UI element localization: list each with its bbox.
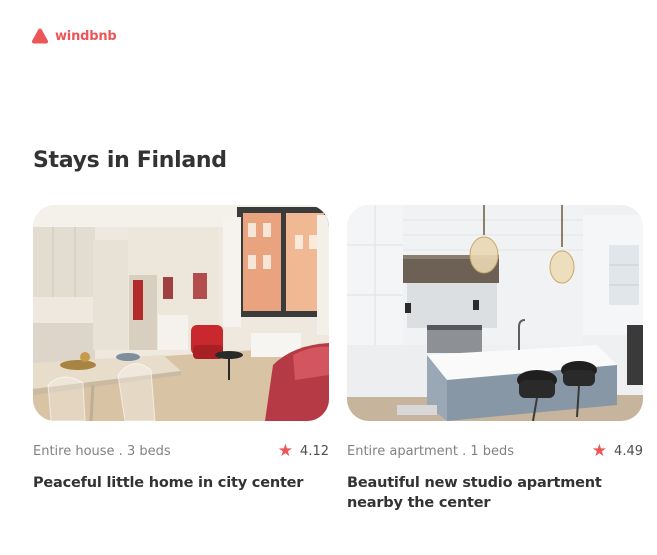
rating-value: 4.12 xyxy=(300,443,329,459)
star-icon: ★ xyxy=(277,440,294,461)
stay-photo[interactable] xyxy=(33,205,329,421)
stay-card[interactable]: Entire apartment . 1 beds ★ 4.49 Beautif… xyxy=(347,205,643,513)
kitchen-image xyxy=(347,205,643,421)
stay-title[interactable]: Beautiful new studio apartment nearby th… xyxy=(347,473,643,513)
page-title: Stays in Finland xyxy=(33,148,227,173)
logo[interactable]: windbnb xyxy=(31,27,117,45)
stay-photo[interactable] xyxy=(347,205,643,421)
stay-rating: ★ 4.49 xyxy=(591,440,643,461)
page: windbnb Stays in Finland Entire house . … xyxy=(0,0,657,555)
logo-text: windbnb xyxy=(55,28,117,44)
stay-rating: ★ 4.12 xyxy=(277,440,329,461)
stay-meta: Entire house . 3 beds ★ 4.12 xyxy=(33,442,329,460)
rating-value: 4.49 xyxy=(614,443,643,459)
stay-title[interactable]: Peaceful little home in city center xyxy=(33,473,329,493)
stay-type: Entire house . 3 beds xyxy=(33,443,171,459)
stay-type: Entire apartment . 1 beds xyxy=(347,443,515,459)
stay-meta: Entire apartment . 1 beds ★ 4.49 xyxy=(347,442,643,460)
stay-card[interactable]: Entire house . 3 beds ★ 4.12 Peaceful li… xyxy=(33,205,329,493)
star-icon: ★ xyxy=(591,440,608,461)
house-roof-icon xyxy=(31,28,49,44)
living-room-image xyxy=(33,205,329,421)
